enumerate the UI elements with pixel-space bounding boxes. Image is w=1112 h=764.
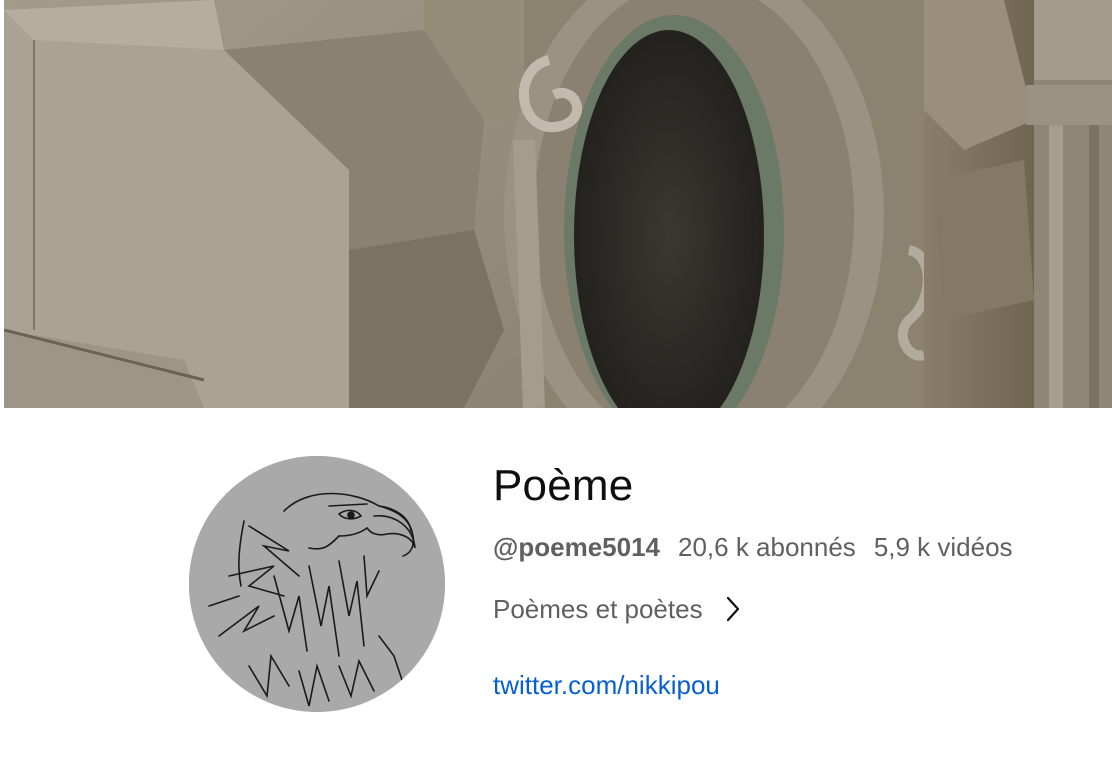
channel-info: Poème @poeme5014 20,6 k abonnés 5,9 k vidé…	[493, 458, 1093, 702]
channel-header: Poème @poeme5014 20,6 k abonnés 5,9 k vidé…	[0, 408, 1112, 764]
eagle-avatar-image	[189, 456, 445, 712]
external-link[interactable]: twitter.com/nikkipou	[493, 668, 720, 702]
subscriber-count: 20,6 k abonnés	[678, 532, 856, 562]
description-text: Poèmes et poètes	[493, 594, 703, 624]
chevron-right-icon	[725, 596, 741, 622]
channel-description[interactable]: Poèmes et poètes	[493, 592, 1093, 626]
channel-meta: @poeme5014 20,6 k abonnés 5,9 k vidéos	[493, 530, 1093, 564]
video-count: 5,9 k vidéos	[873, 532, 1013, 562]
channel-avatar[interactable]	[189, 456, 445, 712]
channel-page: Poème @poeme5014 20,6 k abonnés 5,9 k vidé…	[0, 0, 1112, 764]
channel-handle: @poeme5014	[493, 532, 660, 562]
channel-title: Poème	[493, 461, 634, 510]
channel-banner	[4, 0, 1112, 408]
